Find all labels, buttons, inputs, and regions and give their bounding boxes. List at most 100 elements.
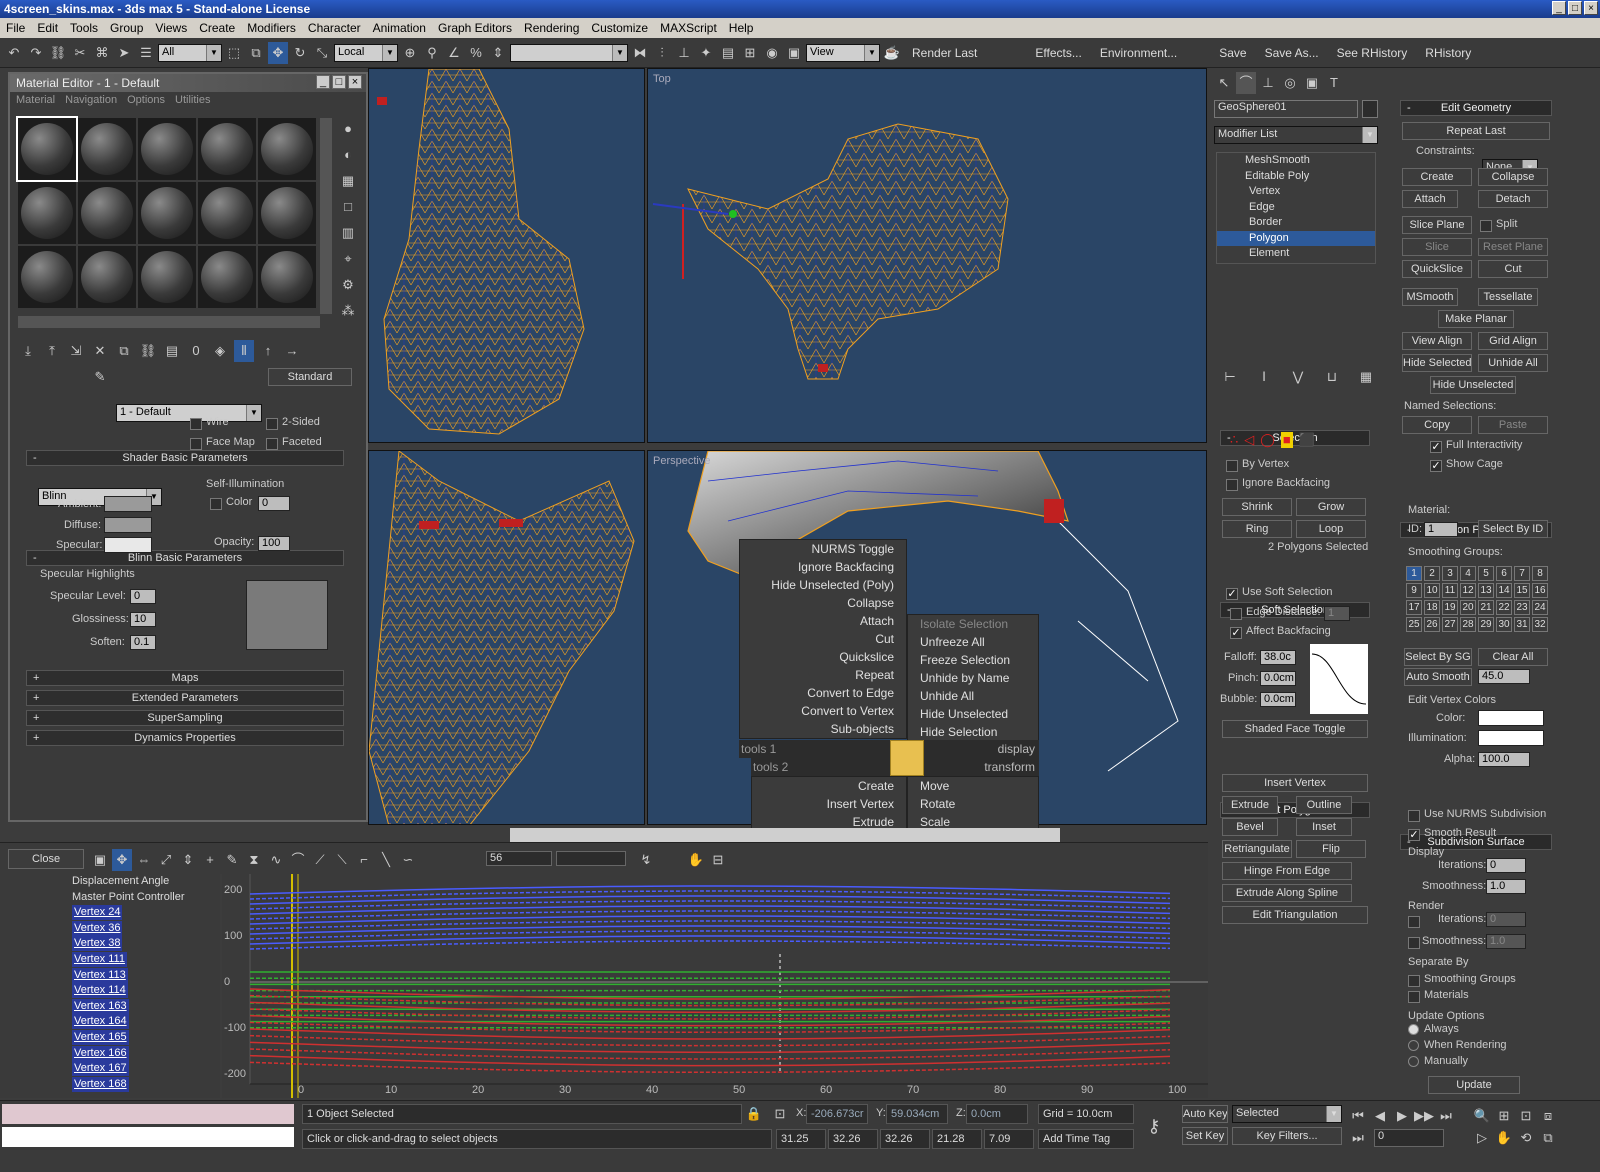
paste-button[interactable]: Paste — [1478, 416, 1548, 434]
select-move-icon[interactable]: ✥ — [268, 41, 288, 64]
tangent-custom-icon[interactable]: ⌒ — [288, 849, 308, 871]
options-icon[interactable]: ⚙ — [338, 274, 358, 296]
sample-slots-scrollbar[interactable] — [320, 118, 332, 314]
undo-icon[interactable]: ↶ — [4, 42, 24, 64]
schematic-view-icon[interactable]: ⊞ — [740, 42, 760, 64]
collapse-button[interactable]: Collapse — [1478, 168, 1548, 186]
reset-plane-button[interactable]: Reset Plane — [1478, 238, 1548, 256]
curve-line[interactable] — [249, 905, 1171, 915]
zoom-horizontal-icon[interactable]: ⊟ — [708, 849, 728, 871]
ambient-swatch[interactable] — [104, 496, 152, 512]
me-menu-navigation[interactable]: Navigation — [65, 94, 117, 108]
sample-slot[interactable] — [78, 182, 136, 244]
menu-tools[interactable]: Tools — [64, 21, 104, 35]
display-smoothness-field[interactable]: 1.0 — [1486, 879, 1526, 894]
ctx-item-convert-to-edge[interactable]: Convert to Edge — [740, 684, 906, 702]
track-vertex-item[interactable]: Vertex 163 — [0, 998, 220, 1015]
menu-file[interactable]: File — [0, 21, 31, 35]
select-rotate-icon[interactable]: ↻ — [290, 42, 310, 64]
pin-stack-icon[interactable]: ⊢ — [1220, 366, 1240, 388]
ctx-item-attach[interactable]: Attach — [740, 612, 906, 630]
time-slider[interactable] — [510, 828, 1060, 842]
track-vertex-item[interactable]: Vertex 36 — [0, 920, 220, 937]
sample-slot[interactable] — [258, 182, 316, 244]
sample-slot[interactable] — [18, 182, 76, 244]
key-mode-toggle-icon[interactable]: ⏭ — [1348, 1127, 1368, 1149]
curve-line[interactable] — [249, 1034, 1171, 1047]
split-checkbox[interactable] — [1480, 220, 1492, 232]
ctx-item-sub-objects[interactable]: Sub-objects — [740, 720, 906, 738]
insert-vertex-button[interactable]: Insert Vertex — [1222, 774, 1368, 792]
draw-curves-icon[interactable]: ✎ — [222, 849, 242, 871]
slide-keys-icon[interactable]: ⇔ — [134, 849, 154, 871]
outline-button[interactable]: Outline — [1296, 796, 1352, 814]
tangent-slow-icon[interactable]: ⟍ — [332, 849, 352, 871]
track-vertex-item[interactable]: Vertex 113 — [0, 967, 220, 984]
self-illum-color-checkbox[interactable] — [210, 498, 222, 510]
prev-frame-icon[interactable]: ◀ — [1370, 1105, 1390, 1127]
stack-item-border[interactable]: Border — [1217, 215, 1375, 231]
tangent-linear-icon[interactable]: ╲ — [376, 849, 396, 871]
smoothing-group-button[interactable]: 11 — [1442, 583, 1458, 598]
effects-button[interactable]: Effects... — [1027, 46, 1089, 60]
always-radio[interactable] — [1408, 1024, 1419, 1035]
render-view-dropdown[interactable]: View — [806, 43, 880, 62]
bubble-field[interactable]: 0.0cm — [1260, 692, 1296, 707]
pinch-field[interactable]: 0.0cm — [1260, 671, 1296, 686]
ctx-item-create[interactable]: Create — [752, 777, 906, 795]
move-keys-icon[interactable]: ✥ — [112, 849, 132, 871]
set-key-button[interactable]: Set Key — [1182, 1127, 1228, 1145]
grid-align-button[interactable]: Grid Align — [1478, 332, 1548, 350]
sample-slot[interactable] — [78, 246, 136, 308]
opacity-field[interactable]: 100 — [258, 536, 290, 551]
save-button[interactable]: Save — [1211, 46, 1254, 60]
environment-button[interactable]: Environment... — [1092, 46, 1185, 60]
smoothing-group-button[interactable]: 28 — [1460, 617, 1476, 632]
ctx-item-repeat[interactable]: Repeat — [740, 666, 906, 684]
auto-key-button[interactable]: Auto Key — [1182, 1105, 1228, 1123]
render-iterations-field[interactable]: 0 — [1486, 912, 1526, 927]
reference-coordinate-dropdown[interactable]: Local — [334, 43, 398, 62]
rollout-maps[interactable]: + Maps — [26, 670, 344, 686]
object-name-field[interactable]: GeoSphere01 — [1214, 100, 1358, 118]
smoothing-group-button[interactable]: 30 — [1496, 617, 1512, 632]
material-type-button[interactable]: Standard — [268, 368, 352, 386]
z-coord-field[interactable]: 0.0cm — [966, 1104, 1028, 1124]
material-editor-icon[interactable]: ◉ — [762, 42, 782, 64]
smoothing-group-button[interactable]: 32 — [1532, 617, 1548, 632]
smoothing-group-button[interactable]: 26 — [1424, 617, 1440, 632]
grow-button[interactable]: Grow — [1296, 498, 1366, 516]
smoothing-group-button[interactable]: 1 — [1406, 566, 1422, 581]
auto-smooth-field[interactable]: 45.0 — [1478, 669, 1530, 684]
inset-button[interactable]: Inset — [1296, 818, 1352, 836]
curve-line[interactable] — [249, 1008, 1171, 1020]
key-filters-button[interactable]: Key Filters... — [1232, 1127, 1342, 1145]
menu-group[interactable]: Group — [104, 21, 149, 35]
edge-distance-checkbox[interactable] — [1230, 608, 1242, 620]
display-iterations-field[interactable]: 0 — [1486, 858, 1526, 873]
reset-map-icon[interactable]: ✕ — [90, 340, 110, 362]
snap-icon[interactable]: ⚲ — [422, 42, 442, 64]
ring-button[interactable]: Ring — [1222, 520, 1292, 538]
ctx-item-collapse[interactable]: Collapse — [740, 594, 906, 612]
copy-button[interactable]: Copy — [1402, 416, 1472, 434]
key-selection-dropdown[interactable]: Selected — [1232, 1105, 1342, 1123]
close-icon[interactable]: × — [1584, 1, 1598, 15]
edge-distance-field[interactable]: 1 — [1324, 606, 1350, 621]
pivot-center-icon[interactable]: ⊕ — [400, 42, 420, 64]
extrude-along-spline-button[interactable]: Extrude Along Spline — [1222, 884, 1352, 902]
separate-sg-checkbox[interactable] — [1408, 975, 1420, 987]
show-map-icon[interactable]: ◈ — [210, 340, 230, 362]
curve-line[interactable] — [249, 890, 1171, 900]
smoothing-group-button[interactable]: 18 — [1424, 600, 1440, 615]
smoothing-group-button[interactable]: 2 — [1424, 566, 1440, 581]
illumination-swatch[interactable] — [1478, 730, 1544, 746]
polygon-level-icon[interactable]: ■ — [1280, 432, 1293, 448]
render-smoothness-checkbox[interactable] — [1408, 937, 1420, 949]
smoothing-group-button[interactable]: 31 — [1514, 617, 1530, 632]
view-align-button[interactable]: View Align — [1402, 332, 1472, 350]
flip-button[interactable]: Flip — [1296, 840, 1366, 858]
when-rendering-radio[interactable] — [1408, 1040, 1419, 1051]
slice-button[interactable]: Slice — [1402, 238, 1472, 256]
ctx-item-nurms-toggle[interactable]: NURMS Toggle — [740, 540, 906, 558]
